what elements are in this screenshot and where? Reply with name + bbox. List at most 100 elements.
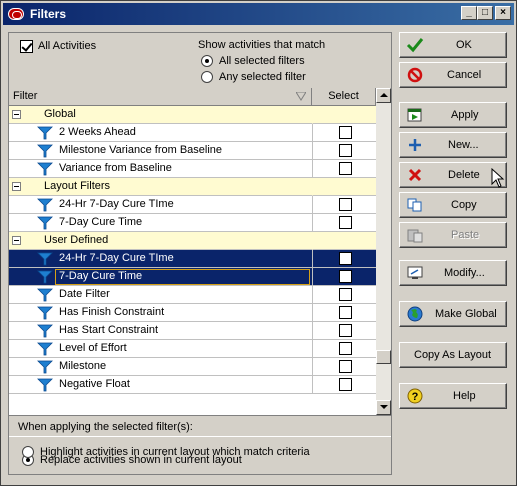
filter-select-checkbox[interactable] [339,342,352,355]
select-column-header[interactable]: Select [312,88,376,106]
filter-panel: All Activities Show activities that matc… [8,32,392,475]
apply-icon [407,108,422,122]
minimize-button[interactable]: _ [461,6,477,20]
filter-row[interactable]: Date Filter [9,286,376,304]
filter-name: 24-Hr 7-Day Cure TIme [59,198,174,210]
apply-button[interactable]: Apply [399,102,507,128]
group-select-cell [312,106,376,124]
title-bar[interactable]: Filters _ □ × [3,3,514,25]
filter-funnel-icon [37,126,53,140]
select-cell [312,268,376,286]
group-select-cell [312,178,376,196]
select-cell [312,196,376,214]
scroll-up-button[interactable] [376,88,391,103]
paste-button[interactable]: Paste [399,222,507,248]
scroll-thumb[interactable] [376,350,391,364]
filter-select-checkbox[interactable] [339,126,352,139]
maximize-button[interactable]: □ [477,6,493,20]
filter-row[interactable]: Milestone Variance from Baseline [9,142,376,160]
match-any-radio[interactable] [201,71,213,83]
filter-select-checkbox[interactable] [339,288,352,301]
filter-row[interactable]: 7-Day Cure Time [9,214,376,232]
select-cell [312,358,376,376]
new-button[interactable]: New... [399,132,507,158]
filter-select-checkbox[interactable] [339,198,352,211]
filter-row[interactable]: 24-Hr 7-Day Cure TIme [9,250,376,268]
all-activities-label: All Activities [38,40,97,52]
filter-name: Date Filter [59,288,110,300]
filter-column-header[interactable]: Filter [9,88,312,106]
filter-name: Milestone [59,360,107,372]
filter-name-cell: 24-Hr 7-Day Cure TIme [9,250,312,268]
filter-name-cell: 24-Hr 7-Day Cure TIme [9,196,312,214]
collapse-icon[interactable] [12,110,21,119]
match-any-label: Any selected filter [219,71,306,83]
cancel-button[interactable]: Cancel [399,62,507,88]
filter-group-row[interactable]: Layout Filters [9,178,376,196]
filter-row[interactable]: Has Finish Constraint [9,304,376,322]
collapse-icon[interactable] [12,182,21,191]
group-label: Layout Filters [44,180,111,192]
filter-row[interactable]: Negative Float [9,376,376,394]
grid-header: Filter Select [9,88,376,106]
make-global-button[interactable]: Make Global [399,301,507,327]
collapse-icon[interactable] [12,236,21,245]
window-title: Filters [30,7,67,21]
filter-row[interactable]: 24-Hr 7-Day Cure TIme [9,196,376,214]
copy-as-layout-button[interactable]: Copy As Layout [399,342,507,368]
svg-text:?: ? [412,391,419,403]
filter-group-row[interactable]: Global [9,106,376,124]
filter-funnel-icon [37,252,53,266]
filter-select-checkbox[interactable] [339,360,352,373]
filter-select-checkbox[interactable] [339,252,352,265]
filter-funnel-icon [37,144,53,158]
filter-select-checkbox[interactable] [339,270,352,283]
select-cell [312,160,376,178]
filter-row[interactable]: Variance from Baseline [9,160,376,178]
filter-row[interactable]: Level of Effort [9,340,376,358]
filter-select-checkbox[interactable] [339,144,352,157]
filter-select-checkbox[interactable] [339,378,352,391]
select-cell [312,376,376,394]
scroll-down-button[interactable] [376,400,391,415]
match-all-radio[interactable] [201,55,213,67]
help-icon: ? [407,388,423,404]
filter-select-checkbox[interactable] [339,216,352,229]
all-activities-checkbox[interactable] [20,40,33,53]
help-button[interactable]: ? Help [399,383,507,409]
oracle-logo-icon [8,8,24,20]
copy-button[interactable]: Copy [399,192,507,218]
filter-name-cell: 7-Day Cure Time [9,214,312,232]
filter-group-row[interactable]: User Defined [9,232,376,250]
filter-row[interactable]: 2 Weeks Ahead [9,124,376,142]
modify-button[interactable]: Modify... [399,260,507,286]
filter-row[interactable]: Has Start Constraint [9,322,376,340]
filter-row[interactable]: Milestone [9,358,376,376]
match-options-area: All Activities Show activities that matc… [9,33,391,88]
filter-select-checkbox[interactable] [339,162,352,175]
filter-funnel-icon [37,342,53,356]
close-button[interactable]: × [495,6,511,20]
filter-select-checkbox[interactable] [339,324,352,337]
filter-name: Has Finish Constraint [59,306,165,318]
filter-funnel-icon [37,360,53,374]
grid-scrollbar[interactable] [376,88,391,415]
filter-name-cell: Negative Float [9,376,312,394]
filter-row[interactable]: 7-Day Cure Time [9,268,376,286]
group-cell: Global [9,106,312,124]
highlight-activities-radio[interactable] [22,446,34,458]
filter-select-checkbox[interactable] [339,306,352,319]
filter-name: Level of Effort [59,342,127,354]
group-cell: User Defined [9,232,312,250]
filter-funnel-icon [37,198,53,212]
filter-name-cell: Level of Effort [9,340,312,358]
checkmark-icon [406,38,424,53]
apply-mode-title: When applying the selected filter(s): [18,421,193,433]
filter-column-label: Filter [13,90,38,102]
plus-icon [409,139,421,151]
filters-dialog: Filters _ □ × All Activities Show activi… [0,0,517,486]
filter-funnel-icon [37,378,53,392]
ok-button[interactable]: OK [399,32,507,58]
filter-name: 7-Day Cure Time [59,270,143,282]
copy-icon [407,198,422,212]
